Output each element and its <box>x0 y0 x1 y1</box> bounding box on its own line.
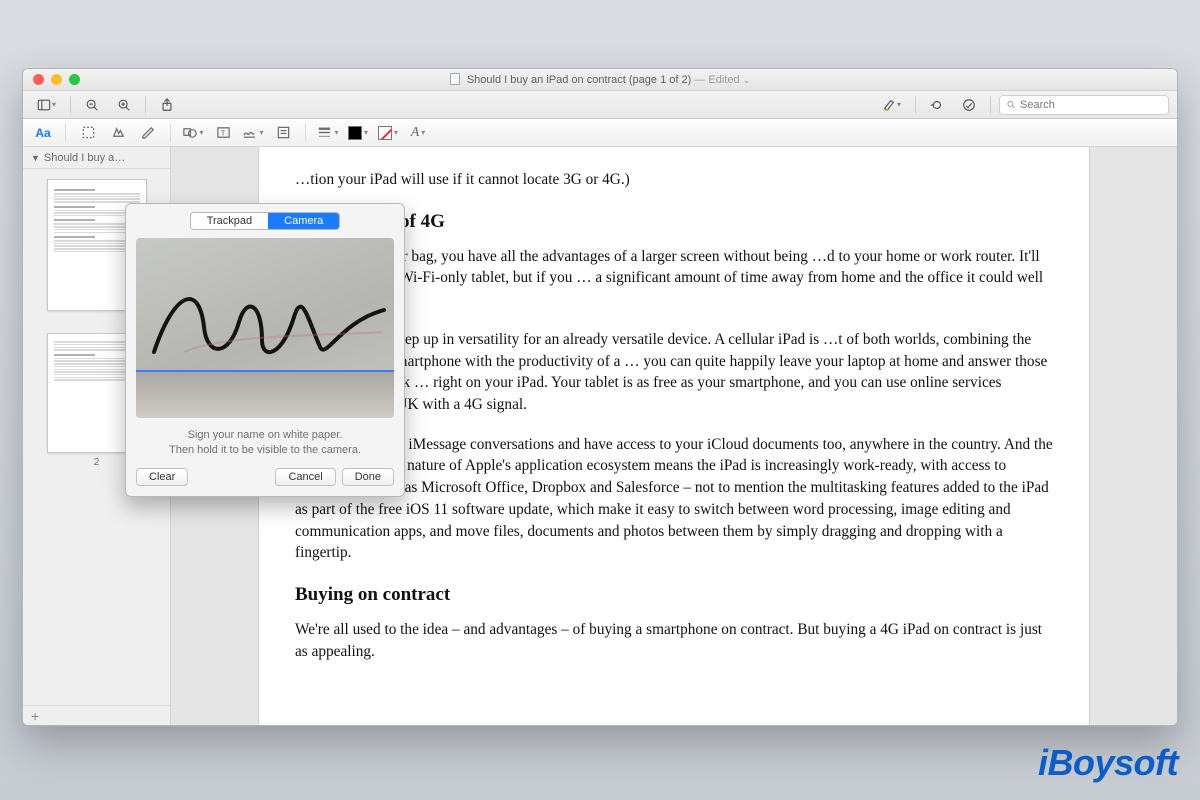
highlight-button[interactable]: ▾ <box>876 94 907 116</box>
share-button[interactable] <box>154 94 180 116</box>
zoom-out-button[interactable] <box>79 94 105 116</box>
preview-window: Should I buy an iPad on contract (page 1… <box>22 68 1178 726</box>
text-box-button[interactable]: T <box>211 122 235 144</box>
sign-button[interactable]: ▾ <box>241 122 265 144</box>
close-window-button[interactable] <box>33 74 44 85</box>
title-filename: Should I buy an iPad on contract (page 1… <box>467 74 691 86</box>
signature-source-segmented: Trackpad Camera <box>190 212 341 230</box>
sidebar-header[interactable]: ▼ Should I buy a… <box>23 147 170 169</box>
window-controls <box>23 74 80 85</box>
doc-p0: …tion your iPad will use if it cannot lo… <box>295 169 1053 191</box>
document-icon <box>450 73 460 85</box>
note-button[interactable] <box>271 122 295 144</box>
selection-tool-button[interactable] <box>76 122 100 144</box>
chevron-down-icon[interactable]: ⌄ <box>743 75 751 85</box>
sidebar-toggle-button[interactable]: ▾ <box>31 94 62 116</box>
doc-p3: You'll get all your iMessage conversatio… <box>295 434 1053 564</box>
camera-preview <box>136 238 394 418</box>
line-style-button[interactable]: ▾ <box>316 122 340 144</box>
doc-p4: We're all used to the idea – and advanta… <box>295 619 1053 662</box>
doc-p1: …4G iPad in your bag, you have all the a… <box>295 246 1053 311</box>
font-button[interactable]: A▾ <box>406 122 430 144</box>
markup-toolbar: Aa ▾ T ▾ ▾ ▾ <box>23 119 1177 147</box>
trackpad-tab[interactable]: Trackpad <box>191 213 268 229</box>
add-page-button[interactable]: + <box>23 705 170 725</box>
markup-button[interactable] <box>956 94 982 116</box>
signature-popover: Trackpad Camera Sign your name on white … <box>125 203 405 497</box>
titlebar: Should I buy an iPad on contract (page 1… <box>23 69 1177 91</box>
toolbar: ▾ ▾ <box>23 91 1177 119</box>
sketch-button[interactable] <box>136 122 160 144</box>
title-status: Edited <box>708 74 739 86</box>
window-title: Should I buy an iPad on contract (page 1… <box>23 73 1177 86</box>
cancel-button[interactable]: Cancel <box>275 468 335 486</box>
rotate-button[interactable] <box>924 94 950 116</box>
shapes-button[interactable]: ▾ <box>181 122 205 144</box>
watermark-text: Boysoft <box>1048 742 1179 783</box>
signature-stroke <box>144 262 394 382</box>
signature-instruction: Sign your name on white paper. Then hold… <box>126 426 404 468</box>
doc-h2: Buying on contract <box>295 582 1053 609</box>
color-chip-none <box>378 126 392 140</box>
camera-tab[interactable]: Camera <box>268 213 339 229</box>
border-color-button[interactable]: ▾ <box>346 122 370 144</box>
search-input[interactable] <box>1020 99 1162 111</box>
watermark: iBoysoft <box>1038 742 1178 784</box>
color-chip-black <box>348 126 362 140</box>
done-button[interactable]: Done <box>342 468 394 486</box>
instant-alpha-button[interactable] <box>106 122 130 144</box>
doc-p2: …e 4G is a real step up in versatility f… <box>295 329 1053 416</box>
zoom-in-button[interactable] <box>111 94 137 116</box>
svg-text:T: T <box>220 128 225 137</box>
text-style-button[interactable]: Aa <box>31 122 55 144</box>
fill-color-button[interactable]: ▾ <box>376 122 400 144</box>
clear-button[interactable]: Clear <box>136 468 188 486</box>
minimize-window-button[interactable] <box>51 74 62 85</box>
search-field[interactable] <box>999 95 1169 115</box>
search-icon <box>1006 99 1016 110</box>
doc-h1: …dvantages of 4G <box>295 209 1053 236</box>
zoom-window-button[interactable] <box>69 74 80 85</box>
sidebar-title: Should I buy a… <box>44 152 125 164</box>
disclosure-triangle-icon: ▼ <box>31 153 40 163</box>
